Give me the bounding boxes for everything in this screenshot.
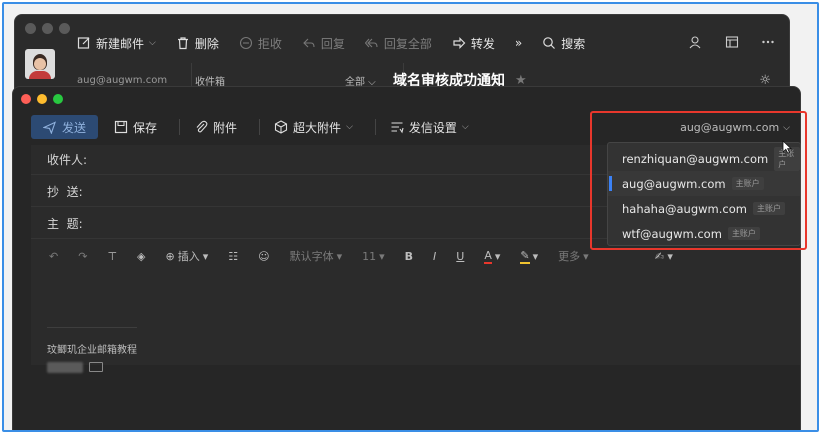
contact-card-icon — [89, 362, 103, 372]
screenshot-frame: 新建邮件 ⌵ 删除 拒收 回复 回复全部 转发 » 搜索 aug@augwm.c… — [2, 2, 819, 432]
subject-label: 主 题: — [47, 217, 83, 231]
delete-button[interactable]: 删除 — [176, 35, 219, 52]
undo-icon[interactable]: ↶ — [49, 250, 58, 263]
sender-option-selected[interactable]: aug@augwm.com 主账户 — [608, 171, 800, 196]
more-format-button[interactable]: 更多 ▾ — [558, 248, 589, 264]
bold-icon[interactable]: B — [405, 250, 413, 263]
font-select[interactable]: 默认字体 ▾ — [290, 248, 343, 264]
zoom-dot[interactable] — [53, 94, 63, 104]
reject-button[interactable]: 拒收 — [239, 35, 282, 52]
forward-label: 转发 — [470, 36, 495, 51]
underline-icon[interactable]: U — [456, 250, 464, 263]
reply-button[interactable]: 回复 — [302, 35, 345, 52]
more-toolbar-button[interactable]: » — [515, 36, 522, 50]
cc-label: 抄 送: — [47, 185, 83, 199]
avatar[interactable] — [25, 49, 55, 79]
sender-option-email: aug@augwm.com — [622, 176, 726, 191]
minimize-dot[interactable] — [37, 94, 47, 104]
mail-main-window: 新建邮件 ⌵ 删除 拒收 回复 回复全部 转发 » 搜索 aug@augwm.c… — [14, 14, 790, 95]
reply-all-label: 回复全部 — [383, 36, 432, 51]
minimize-dot[interactable] — [42, 23, 53, 34]
save-icon — [114, 120, 128, 134]
window-controls — [25, 23, 70, 34]
send-button[interactable]: 发送 — [31, 115, 99, 139]
insert-button[interactable]: ⊕ 插入 ▾ — [166, 248, 209, 264]
save-button[interactable]: 保存 — [114, 119, 157, 136]
trash-icon — [177, 37, 188, 50]
signature-divider — [47, 327, 137, 328]
reply-icon — [303, 38, 315, 48]
sender-option[interactable]: renzhiquan@augwm.com 主账户 — [608, 146, 800, 171]
window-actions — [689, 35, 775, 49]
sender-option-email: renzhiquan@augwm.com — [622, 151, 769, 166]
chevron-down-icon: ⌵ — [149, 38, 156, 48]
main-account-badge: 主账户 — [731, 177, 764, 190]
account-label: aug@augwm.com — [77, 74, 168, 86]
to-label: 收件人: — [47, 153, 88, 167]
compose-window-controls — [21, 94, 63, 104]
block-icon — [239, 36, 252, 50]
settings-list-icon — [391, 122, 404, 134]
more-format-label: 更多 — [558, 250, 581, 263]
main-toolbar: 新建邮件 ⌵ 删除 拒收 回复 回复全部 转发 » 搜索 — [77, 31, 779, 55]
send-settings-button[interactable]: 发信设置 ⌵ — [390, 119, 469, 136]
insert-label: 插入 — [177, 250, 200, 263]
send-icon — [43, 120, 56, 134]
highlight-icon[interactable]: ✎ ▾ — [520, 249, 538, 264]
font-color-icon[interactable]: A ▾ — [484, 249, 500, 264]
forward-button[interactable]: 转发 — [452, 35, 495, 52]
large-attach-button[interactable]: 超大附件 ⌵ — [274, 119, 353, 136]
compose-icon — [77, 37, 90, 49]
attach-button[interactable]: 附件 — [194, 119, 237, 136]
contacts-icon[interactable] — [689, 35, 703, 49]
layout-icon[interactable] — [725, 35, 739, 49]
signature-icon[interactable]: ✍ ▾ — [655, 250, 673, 263]
search-label: 搜索 — [561, 36, 586, 51]
close-dot[interactable] — [21, 94, 31, 104]
font-size-label: 11 — [362, 249, 377, 263]
signature-text: 玟鲫玑企业邮箱教程 — [47, 345, 137, 356]
chevron-down-icon: ⌵ — [346, 122, 353, 132]
zoom-dot[interactable] — [59, 23, 70, 34]
italic-icon[interactable]: I — [433, 250, 436, 263]
reply-all-icon — [364, 38, 378, 48]
forward-icon — [453, 37, 466, 49]
cube-icon — [274, 120, 288, 134]
eraser-icon[interactable]: ◈ — [137, 250, 145, 263]
save-label: 保存 — [133, 120, 158, 135]
reply-label: 回复 — [320, 36, 345, 51]
sender-option-email: hahaha@augwm.com — [622, 201, 747, 216]
new-mail-label: 新建邮件 — [96, 36, 145, 51]
close-dot[interactable] — [25, 23, 36, 34]
new-mail-button[interactable]: 新建邮件 ⌵ — [77, 35, 156, 52]
more-label: » — [514, 36, 523, 50]
main-account-badge: 主账户 — [752, 202, 785, 215]
large-attach-label: 超大附件 — [293, 120, 342, 135]
search-icon — [543, 37, 556, 49]
search-button[interactable]: 搜索 — [542, 35, 585, 52]
delete-label: 删除 — [194, 36, 219, 51]
chevron-down-icon: ⌵ — [461, 122, 469, 132]
more-dots-icon[interactable] — [761, 35, 775, 49]
font-size-select[interactable]: 11 ▾ — [362, 250, 385, 263]
paperclip-icon — [196, 120, 208, 133]
blurred-contact — [47, 362, 83, 373]
reject-label: 拒收 — [257, 36, 282, 51]
main-account-badge: 主账户 — [727, 227, 760, 240]
emoji-icon[interactable]: ☺ — [258, 250, 269, 263]
sender-option[interactable]: hahaha@augwm.com 主账户 — [608, 196, 800, 221]
font-label: 默认字体 — [289, 250, 334, 263]
format-painter-icon[interactable]: ⊤ — [107, 250, 117, 263]
send-label: 发送 — [62, 120, 87, 135]
mouse-cursor-icon — [782, 140, 792, 154]
redo-icon[interactable]: ↷ — [78, 250, 87, 263]
sender-option-email: wtf@augwm.com — [622, 226, 722, 241]
attach-label: 附件 — [213, 120, 238, 135]
sender-option[interactable]: wtf@augwm.com 主账户 — [608, 221, 800, 246]
template-icon[interactable]: ☷ — [228, 250, 238, 263]
send-settings-label: 发信设置 — [408, 120, 457, 135]
reply-all-button[interactable]: 回复全部 — [364, 35, 432, 52]
sender-dropdown: renzhiquan@augwm.com 主账户 aug@augwm.com 主… — [607, 142, 801, 246]
